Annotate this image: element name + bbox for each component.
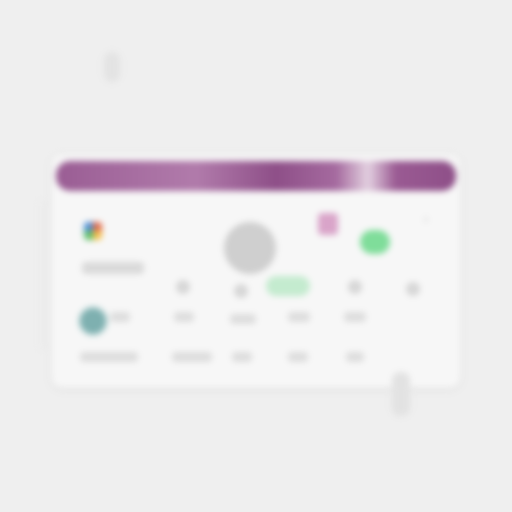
stat-icon [234,284,248,298]
status-toggle[interactable] [360,230,390,254]
stat-icon [406,282,420,296]
table-cell [230,314,256,324]
table-cell [346,352,364,362]
window-titlebar[interactable] [56,161,456,191]
table-cell [174,312,194,322]
table-cell [288,352,308,362]
table-cell [344,312,366,322]
section-subtitle [82,262,144,274]
cursor-mark-icon [104,52,120,82]
stat-icon [348,280,362,294]
chevron-right-icon[interactable]: › [424,212,434,226]
user-avatar[interactable] [78,306,108,336]
table-cell [232,352,252,362]
logo-icon [84,222,102,240]
profile-avatar[interactable] [224,222,276,274]
table-cell [172,352,212,362]
table-cell [288,312,310,322]
stat-icon [176,280,190,294]
notification-badge[interactable] [318,213,338,235]
table-cell [110,312,130,322]
table-cell [80,352,138,362]
app-logo [84,218,196,244]
status-badge [266,276,310,296]
scrollbar-thumb[interactable] [392,372,410,416]
blurred-screen: › [0,0,512,512]
side-divider [40,200,46,350]
